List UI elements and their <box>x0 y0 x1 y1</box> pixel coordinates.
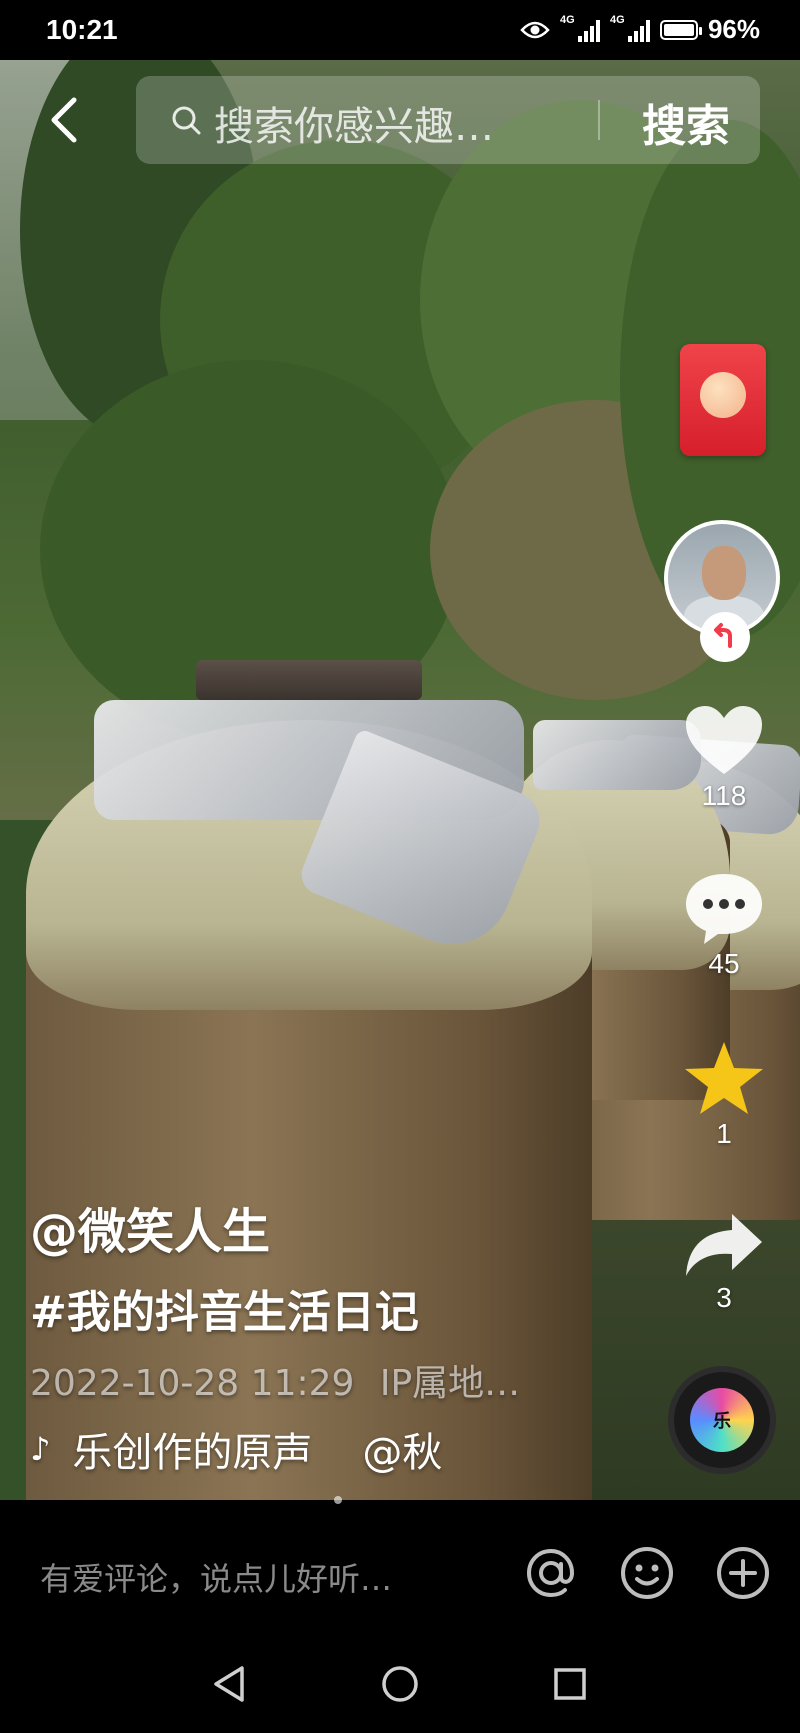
red-packet-button[interactable] <box>680 344 766 456</box>
signal-icon-2: 4G <box>610 14 650 42</box>
music-disc-icon: 乐 <box>690 1388 754 1452</box>
favorite-button[interactable]: 1 <box>664 1040 784 1150</box>
share-arrow-icon <box>686 1214 762 1276</box>
comment-bar: 有爱评论，说点儿好听… <box>0 1500 800 1648</box>
chevron-left-icon <box>51 97 77 143</box>
search-placeholder: 搜索你感兴趣… <box>214 104 494 150</box>
follow-back-button[interactable] <box>700 612 750 662</box>
eye-icon <box>520 21 550 38</box>
battery-icon <box>659 19 702 40</box>
mention-icon[interactable] <box>522 1544 580 1602</box>
heart-icon <box>686 706 762 774</box>
author-name[interactable]: @微笑人生 <box>30 1192 270 1262</box>
search-input[interactable]: 搜索你感兴趣… 搜索 <box>136 76 760 164</box>
music-disc-button[interactable]: 乐 <box>668 1366 776 1474</box>
favorite-count: 1 <box>716 1118 732 1149</box>
share-count: 3 <box>716 1282 732 1313</box>
top-search-bar: 搜索你感兴趣… 搜索 <box>0 76 800 166</box>
share-button[interactable]: 3 <box>664 1210 784 1314</box>
nav-recents-icon[interactable] <box>550 1664 590 1704</box>
music-note-icon: ♪ <box>30 1430 51 1468</box>
add-icon[interactable] <box>714 1544 772 1602</box>
post-timestamp: 2022-10-28 11:29 <box>30 1363 355 1404</box>
nav-home-icon[interactable] <box>380 1664 420 1704</box>
nav-back-icon[interactable] <box>210 1664 250 1704</box>
signal-icon-1: 4G <box>560 14 600 42</box>
status-icons: 4G 4G 96% <box>520 14 760 45</box>
comment-button[interactable]: 45 <box>664 870 784 980</box>
video-meta: 2022-10-28 11:29 IP属地… <box>30 1354 520 1406</box>
follow-back-icon <box>714 623 732 648</box>
status-bar: 10:21 4G 4G 96% <box>0 0 800 60</box>
like-button[interactable]: 118 <box>664 704 784 812</box>
progress-indicator <box>334 1496 342 1504</box>
music-info[interactable]: ♪ 乐创作的原声 @秋 <box>30 1420 442 1478</box>
ip-location: IP属地… <box>379 1363 521 1404</box>
music-title: 乐创作的原声 <box>72 1430 313 1476</box>
search-button[interactable]: 搜索 <box>642 90 730 154</box>
back-button[interactable] <box>40 90 90 150</box>
hashtag-link[interactable]: #我的抖音生活日记 <box>30 1276 419 1340</box>
battery-level: 96% <box>707 14 760 44</box>
system-nav-bar <box>0 1648 800 1733</box>
music-author: @秋 <box>362 1430 443 1476</box>
emoji-icon[interactable] <box>618 1544 676 1602</box>
comment-count: 45 <box>708 948 740 979</box>
search-icon <box>172 106 201 135</box>
comment-input[interactable]: 有爱评论，说点儿好听… <box>40 1554 392 1600</box>
red-packet-icon <box>700 372 746 418</box>
comment-icon <box>686 874 762 944</box>
like-count: 118 <box>701 780 747 811</box>
status-time: 10:21 <box>46 14 118 45</box>
star-icon <box>685 1042 763 1114</box>
search-divider <box>598 100 600 140</box>
